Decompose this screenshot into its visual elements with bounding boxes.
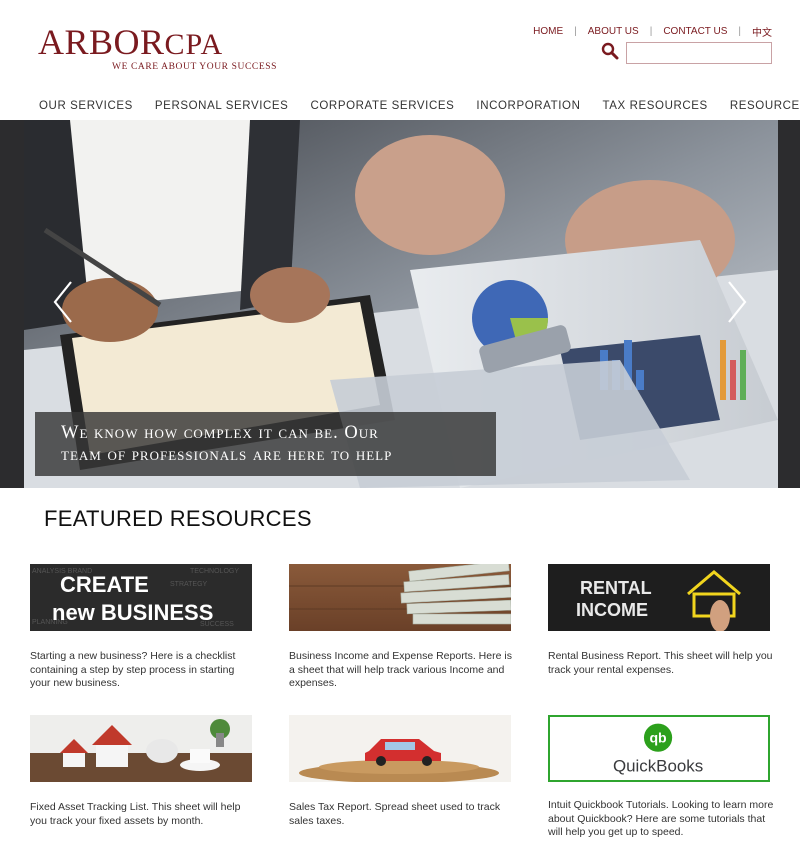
resource-card-fixed-asset[interactable]: Fixed Asset Tracking List. This sheet wi… (30, 715, 252, 828)
divider: | (649, 26, 653, 37)
resource-description: Starting a new business? Here is a check… (30, 650, 236, 689)
nav-our-services[interactable]: OUR SERVICES (28, 96, 144, 118)
car-coins-thumbnail[interactable] (289, 715, 511, 783)
link-chinese[interactable]: 中文 (752, 24, 772, 39)
create-business-thumbnail[interactable]: ANALYSIS BRAND TECHNOLOGY PLANNING SUCCE… (30, 564, 252, 631)
qb-badge-text: qb (649, 729, 667, 745)
logo-tagline: WE CARE ABOUT YOUR SUCCESS (112, 62, 277, 72)
logo-cpa: CPA (164, 28, 224, 61)
resource-card-quickbooks[interactable]: qb QuickBooks Intuit Quickbook Tutorials… (548, 715, 773, 840)
hero-caption-line2: team of professionals are here to help (61, 445, 393, 465)
resource-card-rental-income[interactable]: RENTAL INCOME Rental Business Report. Th… (548, 564, 773, 677)
divider: | (574, 26, 577, 37)
nav-personal-services[interactable]: PERSONAL SERVICES (144, 96, 300, 118)
search-icon[interactable] (601, 42, 619, 60)
thumb-text-income: INCOME (576, 600, 648, 620)
link-about-us[interactable]: ABOUT US (588, 26, 639, 37)
thumb-text-new-business: new BUSINESS (52, 600, 213, 625)
resource-description: Sales Tax Report. Spread sheet used to t… (289, 801, 501, 827)
site-logo[interactable]: ARBORCPA WE CARE ABOUT YOUR SUCCESS (38, 24, 278, 74)
resource-card-new-business[interactable]: ANALYSIS BRAND TECHNOLOGY PLANNING SUCCE… (30, 564, 252, 691)
carousel-prev-arrow[interactable] (52, 280, 74, 324)
svg-text:STRATEGY: STRATEGY (170, 581, 208, 588)
house-model-thumbnail[interactable] (30, 715, 252, 782)
quickbooks-logo-thumbnail[interactable]: qb QuickBooks (548, 715, 770, 782)
thumb-text-create: CREATE (60, 572, 149, 597)
logo-arbor: ARBOR (38, 22, 165, 62)
resource-card-sales-tax[interactable]: Sales Tax Report. Spread sheet used to t… (289, 715, 511, 828)
hero-caption: We know how complex it can be. Our team … (35, 412, 496, 476)
money-stack-thumbnail[interactable] (289, 560, 512, 631)
logo-wordmark: ARBORCPA (38, 24, 223, 60)
hero-caption-line1: We know how complex it can be. Our (61, 423, 379, 443)
rental-income-thumbnail[interactable]: RENTAL INCOME (548, 564, 770, 632)
nav-corporate-services[interactable]: CORPORATE SERVICES (299, 96, 465, 118)
svg-text:TECHNOLOGY: TECHNOLOGY (190, 568, 239, 575)
nav-tax-resources[interactable]: TAX RESOURCES (591, 96, 718, 118)
nav-resources[interactable]: RESOURCES (719, 96, 800, 118)
search-input[interactable] (626, 42, 772, 64)
resource-description: Fixed Asset Tracking List. This sheet wi… (30, 801, 241, 827)
main-nav: OUR SERVICES PERSONAL SERVICES CORPORATE… (28, 96, 800, 118)
divider: | (738, 26, 741, 37)
thumb-text-rental: RENTAL (580, 578, 652, 598)
featured-resources-title: FEATURED RESOURCES (44, 506, 312, 531)
resource-card-income-expense[interactable]: Business Income and Expense Reports. Her… (289, 560, 512, 691)
carousel-next-arrow[interactable] (726, 280, 748, 324)
link-home[interactable]: HOME (533, 26, 563, 37)
link-contact-us[interactable]: CONTACT US (663, 26, 727, 37)
resource-description: Intuit Quickbook Tutorials. Looking to l… (548, 799, 774, 838)
nav-incorporation[interactable]: INCORPORATION (465, 96, 591, 118)
resource-description: Business Income and Expense Reports. Her… (289, 650, 512, 689)
top-links: HOME | ABOUT US | CONTACT US | 中文 (533, 24, 772, 39)
quickbooks-wordmark: QuickBooks (613, 757, 703, 776)
resource-description: Rental Business Report. This sheet will … (548, 650, 773, 676)
